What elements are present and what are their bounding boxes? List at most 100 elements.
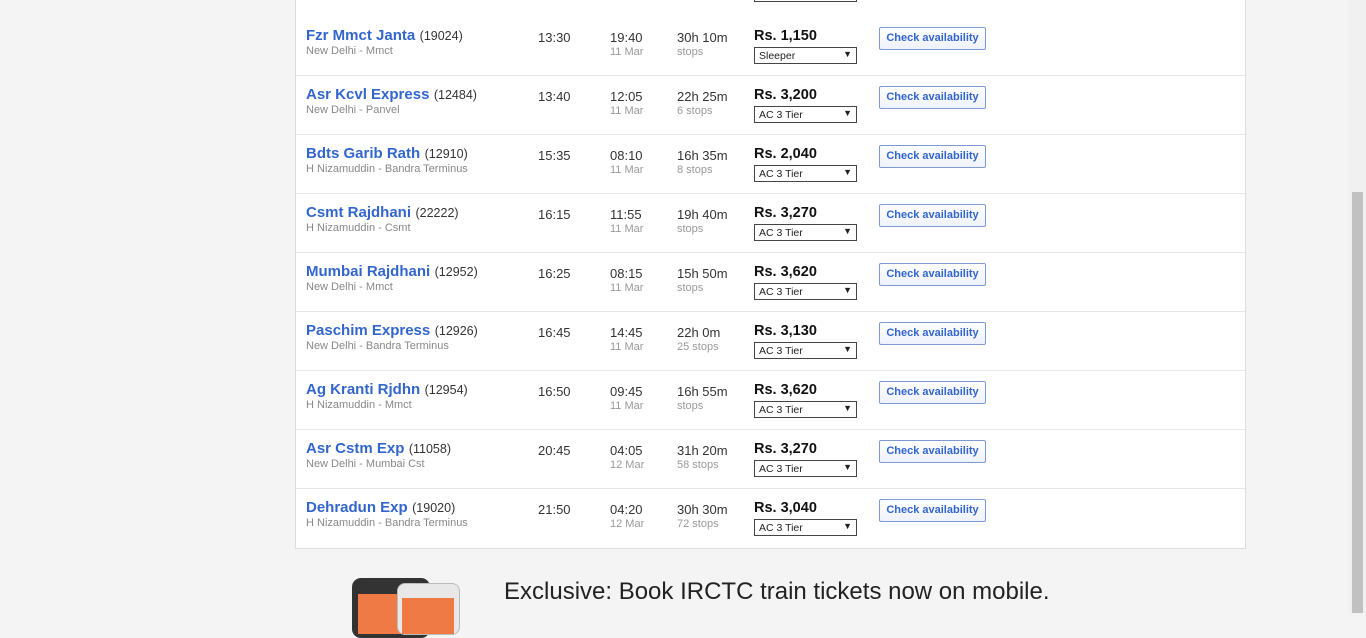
chevron-down-icon: ▼ (843, 285, 852, 295)
arrival-time: 14:45 (610, 325, 643, 340)
stops: 58 stops (677, 459, 719, 471)
price: Rs. 3,130 (754, 323, 817, 339)
departure-time: 21:50 (538, 502, 571, 517)
check-availability-button[interactable]: Check availability (879, 86, 986, 109)
departure-time: 20:45 (538, 443, 571, 458)
price: Rs. 3,040 (754, 500, 817, 516)
phone-screen (402, 598, 454, 634)
chevron-down-icon: ▼ (843, 108, 852, 118)
train-name-link[interactable]: Fzr Mmct Janta (306, 27, 415, 44)
train-name-link[interactable]: Dehradun Exp (306, 499, 408, 516)
arrival-date: 11 Mar (610, 105, 644, 117)
train-title: Bdts Garib Rath (12910) (306, 145, 468, 163)
train-number: (12484) (433, 88, 477, 102)
departure-time: 15:35 (538, 148, 571, 163)
duration: 19h 40m (677, 207, 728, 222)
train-row: Bdts Garib Rath (12910) H Nizamuddin - B… (296, 134, 1245, 194)
arrival-time: 04:05 (610, 443, 643, 458)
arrival-time: 09:45 (610, 384, 643, 399)
stops: 72 stops (677, 518, 719, 530)
price: Rs. 3,270 (754, 441, 817, 457)
vertical-scrollbar[interactable] (1349, 0, 1366, 613)
chevron-down-icon: ▼ (843, 521, 852, 531)
arrival-date: 11 Mar (610, 341, 644, 353)
train-name-link[interactable]: Asr Kcvl Express (306, 86, 429, 103)
duration: 15h 50m (677, 266, 728, 281)
departure-time: 16:50 (538, 384, 571, 399)
train-name-link[interactable]: Csmt Rajdhani (306, 204, 411, 221)
class-select[interactable]: AC 3 Tier ▼ (754, 342, 857, 359)
train-row: Dehradun Exp (19020) H Nizamuddin - Band… (296, 488, 1245, 547)
train-name-link[interactable]: Asr Cstm Exp (306, 440, 404, 457)
arrival-date: 11 Mar (610, 164, 644, 176)
phone-illustration-icon (397, 583, 460, 635)
train-number: (12952) (434, 265, 478, 279)
class-select[interactable]: Sleeper ▼ (754, 47, 857, 64)
duration: 30h 30m (677, 502, 728, 517)
train-row: Ag Kranti Rjdhn (12954) H Nizamuddin - M… (296, 370, 1245, 430)
check-availability-button[interactable]: Check availability (879, 440, 986, 463)
class-select-value: Sleeper (759, 50, 796, 62)
train-row: Asr Cstm Exp (11058) New Delhi - Mumbai … (296, 429, 1245, 489)
arrival-time: 08:10 (610, 148, 643, 163)
train-title: Ag Kranti Rjdhn (12954) (306, 381, 468, 399)
train-name-link[interactable]: Paschim Express (306, 322, 430, 339)
train-number: (11058) (408, 442, 451, 456)
promo-title: Exclusive: Book IRCTC train tickets now … (504, 578, 1050, 605)
train-row: Mumbai Rajdhani (12952) New Delhi - Mmct… (296, 252, 1245, 312)
chevron-down-icon: ▼ (843, 49, 852, 59)
check-availability-button[interactable]: Check availability (879, 145, 986, 168)
class-select[interactable]: AC 3 Tier ▼ (754, 283, 857, 300)
arrival-date: 11 Mar (610, 223, 644, 235)
train-title: Fzr Mmct Janta (19024) (306, 27, 463, 45)
class-select[interactable]: AC 3 Tier ▼ (754, 165, 857, 182)
class-select[interactable]: AC 3 Tier ▼ (754, 224, 857, 241)
duration: 16h 55m (677, 384, 728, 399)
class-select-partial[interactable] (754, 0, 857, 2)
class-select-value: AC 3 Tier (759, 522, 803, 534)
class-select[interactable]: AC 3 Tier ▼ (754, 106, 857, 123)
train-results-panel: Fzr Mmct Janta (19024) New Delhi - Mmct … (295, 0, 1246, 549)
train-name-link[interactable]: Bdts Garib Rath (306, 145, 420, 162)
train-name-link[interactable]: Ag Kranti Rjdhn (306, 381, 420, 398)
stops: 8 stops (677, 164, 713, 176)
train-route: H Nizamuddin - Bandra Terminus (306, 163, 468, 175)
class-select-value: AC 3 Tier (759, 227, 803, 239)
arrival-date: 12 Mar (610, 518, 645, 530)
stops: stops (677, 223, 704, 235)
duration: 22h 25m (677, 89, 728, 104)
train-number: (19020) (412, 501, 456, 515)
check-availability-button[interactable]: Check availability (879, 322, 986, 345)
stops: stops (677, 400, 704, 412)
class-select-value: AC 3 Tier (759, 404, 803, 416)
check-availability-button[interactable]: Check availability (879, 499, 986, 522)
duration: 31h 20m (677, 443, 728, 458)
arrival-time: 04:20 (610, 502, 643, 517)
departure-time: 13:30 (538, 30, 571, 45)
train-route: New Delhi - Mmct (306, 45, 393, 57)
price: Rs. 3,620 (754, 264, 817, 280)
scrollbar-thumb[interactable] (1352, 192, 1363, 613)
arrival-time: 19:40 (610, 30, 643, 45)
check-availability-button[interactable]: Check availability (879, 27, 986, 50)
class-select-value: AC 3 Tier (759, 345, 803, 357)
train-number: (22222) (415, 206, 459, 220)
train-row: Asr Kcvl Express (12484) New Delhi - Pan… (296, 75, 1245, 135)
class-select[interactable]: AC 3 Tier ▼ (754, 519, 857, 536)
stops: stops (677, 46, 704, 58)
class-select-value: AC 3 Tier (759, 286, 803, 298)
train-title: Asr Cstm Exp (11058) (306, 440, 451, 458)
price: Rs. 2,040 (754, 146, 817, 162)
check-availability-button[interactable]: Check availability (879, 204, 986, 227)
duration: 16h 35m (677, 148, 728, 163)
arrival-time: 08:15 (610, 266, 643, 281)
check-availability-button[interactable]: Check availability (879, 381, 986, 404)
train-name-link[interactable]: Mumbai Rajdhani (306, 263, 430, 280)
departure-time: 16:25 (538, 266, 571, 281)
class-select[interactable]: AC 3 Tier ▼ (754, 460, 857, 477)
train-title: Csmt Rajdhani (22222) (306, 204, 459, 222)
departure-time: 16:15 (538, 207, 571, 222)
price: Rs. 3,200 (754, 87, 817, 103)
class-select[interactable]: AC 3 Tier ▼ (754, 401, 857, 418)
check-availability-button[interactable]: Check availability (879, 263, 986, 286)
